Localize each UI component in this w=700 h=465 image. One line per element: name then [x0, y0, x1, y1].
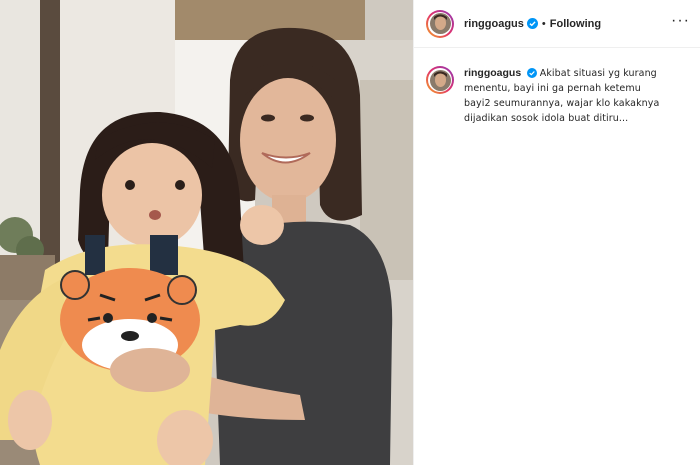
following-button[interactable]: Following	[550, 18, 601, 30]
caption-avatar[interactable]	[426, 66, 454, 94]
more-options-icon[interactable]: ···	[671, 12, 690, 32]
caption-comment: ringgoagus Akibat situasi yg kurang mene…	[414, 48, 700, 126]
username-link[interactable]: ringgoagus	[464, 18, 524, 30]
separator-dot: •	[541, 17, 546, 30]
avatar-image	[429, 69, 451, 91]
post-header: ringgoagus • Following ···	[414, 0, 700, 48]
instagram-post: ringgoagus • Following ··· ringgoagus Ak…	[0, 0, 700, 465]
profile-avatar[interactable]	[426, 9, 454, 38]
verified-badge-icon	[526, 68, 537, 78]
post-sidebar: ringgoagus • Following ··· ringgoagus Ak…	[413, 0, 700, 465]
photo-two-children	[0, 0, 413, 465]
caption-username-link[interactable]: ringgoagus	[464, 67, 521, 79]
post-photo[interactable]	[0, 0, 413, 465]
caption-body: ringgoagus Akibat situasi yg kurang mene…	[464, 66, 669, 126]
verified-badge-icon	[526, 18, 538, 29]
avatar-image	[429, 13, 451, 34]
